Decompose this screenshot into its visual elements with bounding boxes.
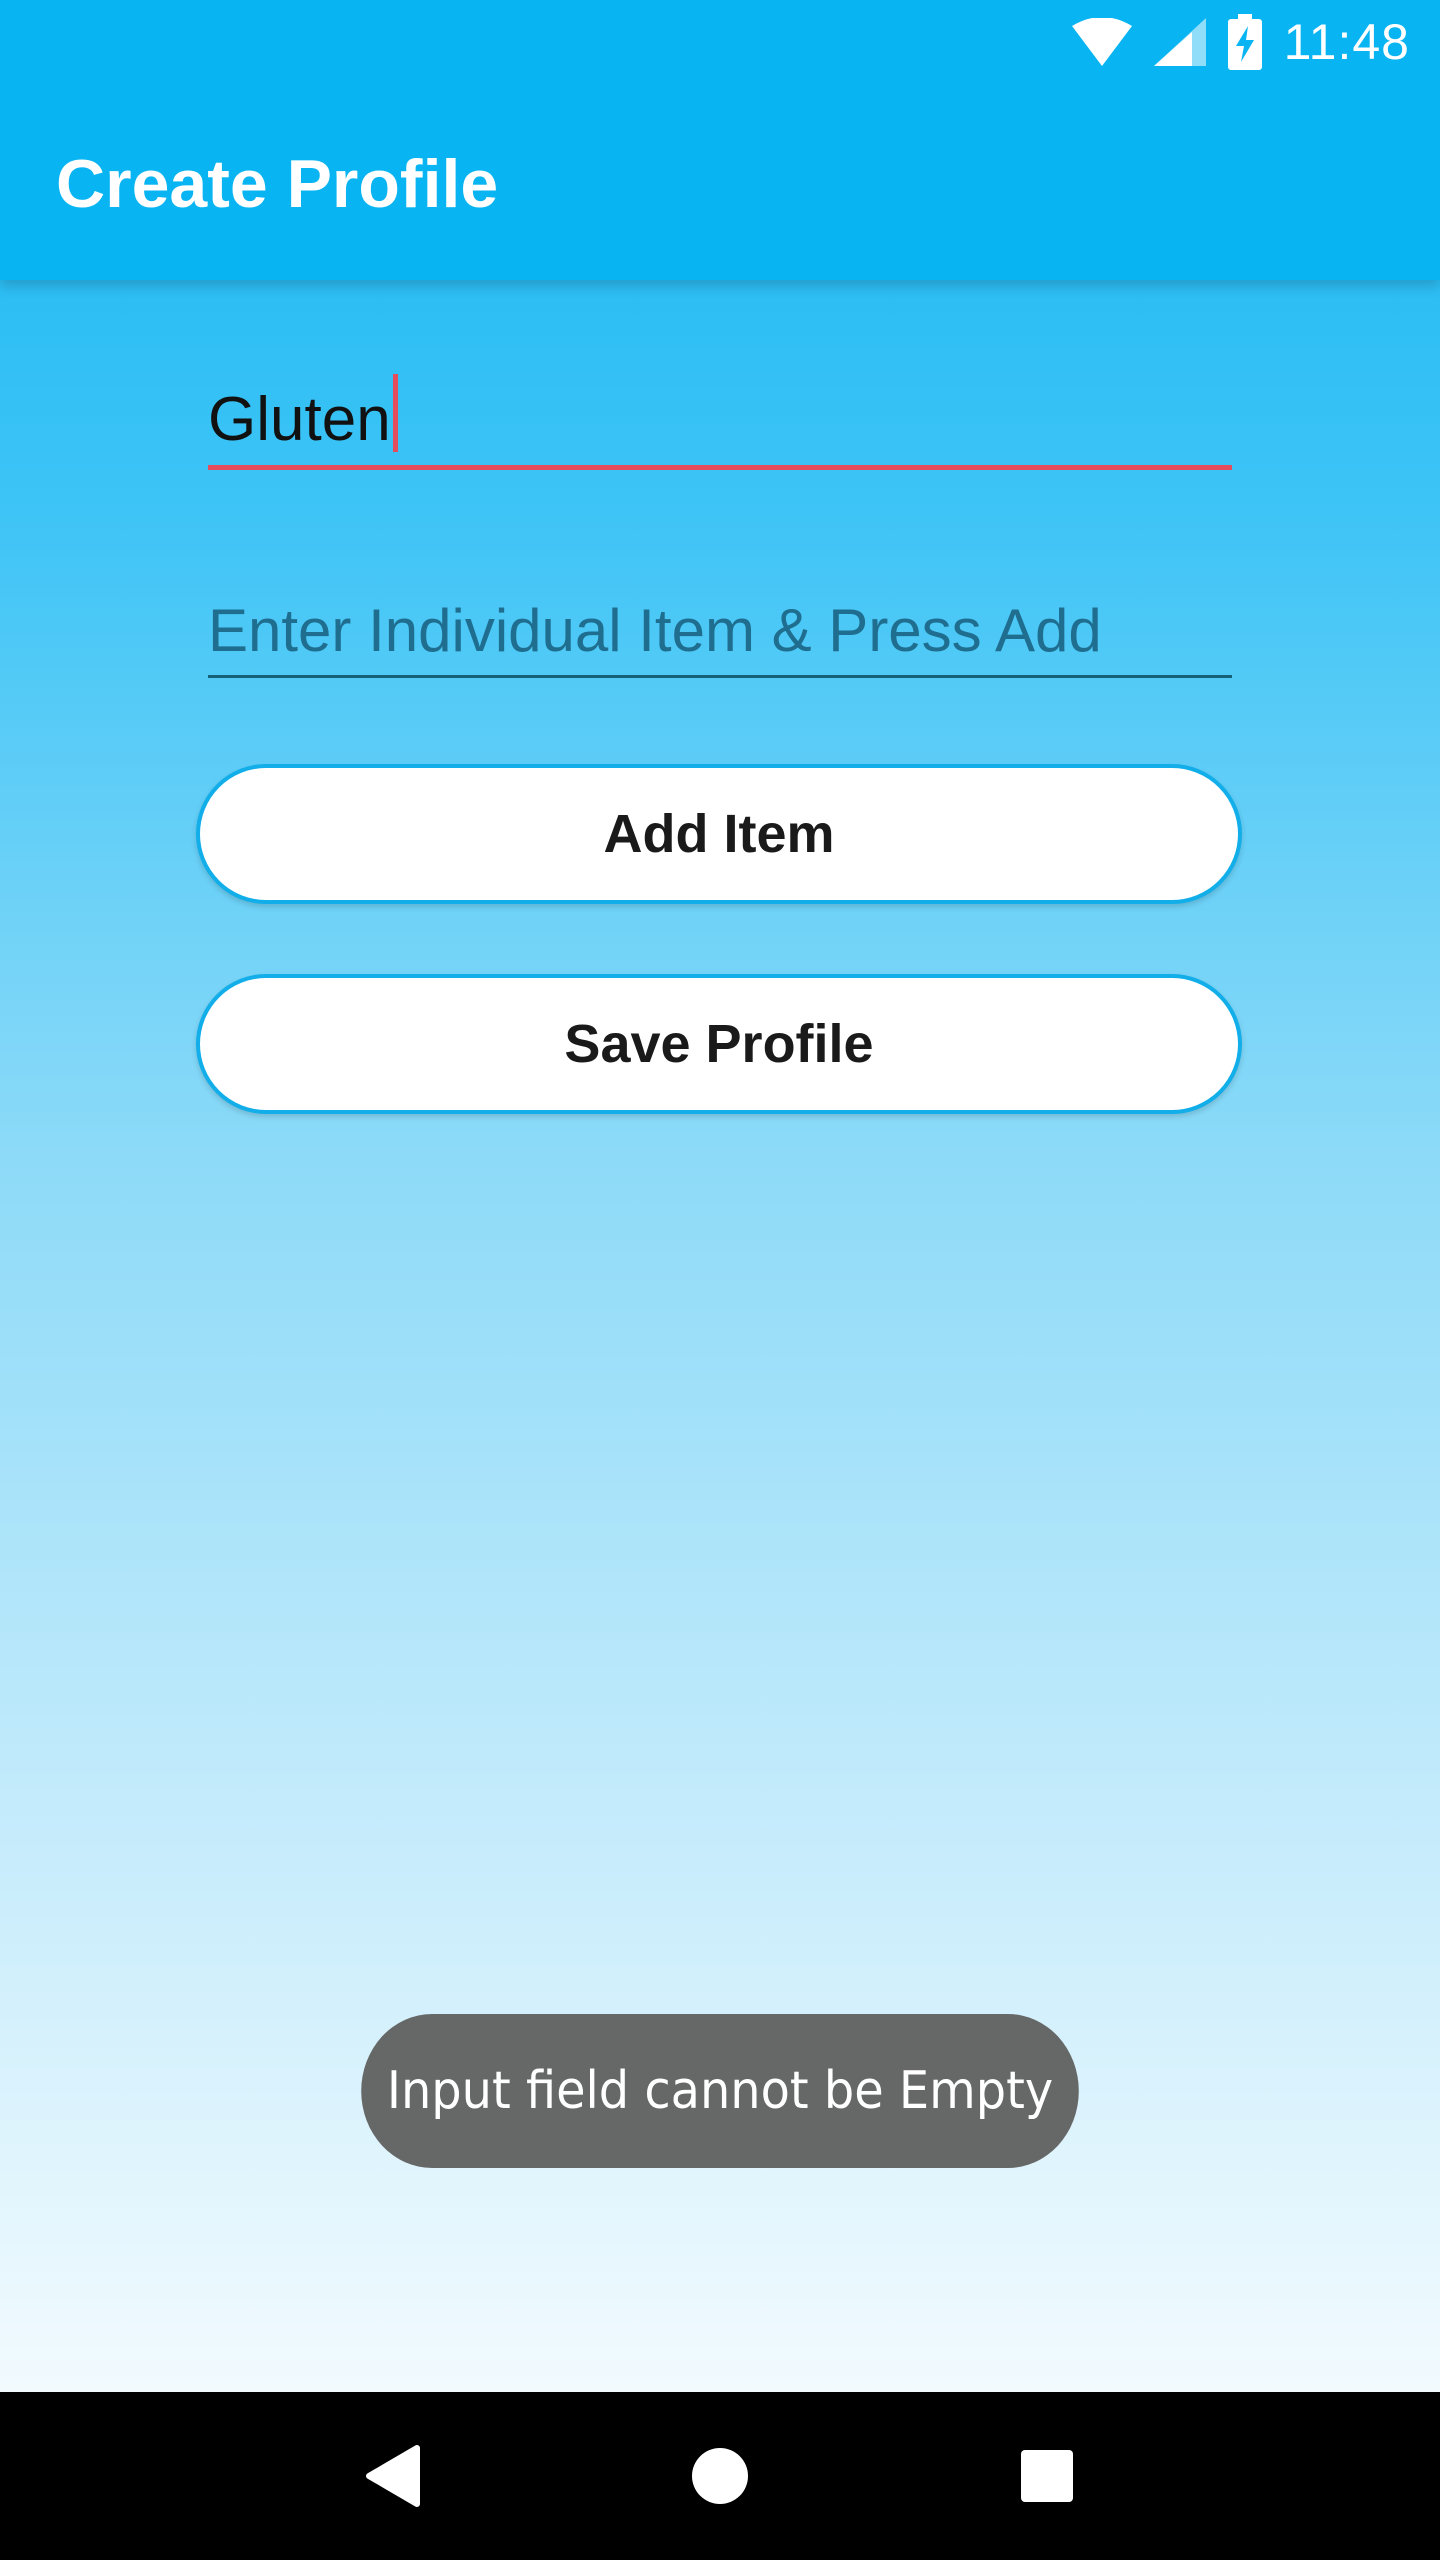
home-icon[interactable] bbox=[660, 2416, 780, 2536]
back-icon[interactable] bbox=[333, 2416, 453, 2536]
system-nav-bar bbox=[0, 2392, 1440, 2560]
battery-charging-icon bbox=[1227, 14, 1262, 70]
wifi-icon bbox=[1071, 18, 1132, 66]
individual-item-input[interactable]: Enter Individual Item & Press Add bbox=[208, 586, 1232, 678]
item-field-value: Gluten bbox=[208, 385, 391, 454]
create-profile-screen: 11:48 Create Profile Gluten Enter Indivi… bbox=[0, 0, 1440, 2560]
status-time: 11:48 bbox=[1283, 14, 1410, 70]
toast-message: Input field cannot be Empty bbox=[361, 2014, 1079, 2168]
app-bar: 11:48 Create Profile bbox=[0, 0, 1440, 280]
recents-icon[interactable] bbox=[987, 2416, 1107, 2536]
add-item-button[interactable]: Add Item bbox=[196, 764, 1242, 904]
signal-icon bbox=[1153, 18, 1206, 66]
status-bar: 11:48 bbox=[0, 0, 1440, 84]
page-title: Create Profile bbox=[56, 146, 499, 222]
item-text-field[interactable]: Gluten bbox=[208, 370, 1232, 470]
individual-item-placeholder: Enter Individual Item & Press Add bbox=[208, 597, 1102, 664]
text-cursor bbox=[392, 374, 398, 452]
save-profile-button[interactable]: Save Profile bbox=[196, 974, 1242, 1114]
